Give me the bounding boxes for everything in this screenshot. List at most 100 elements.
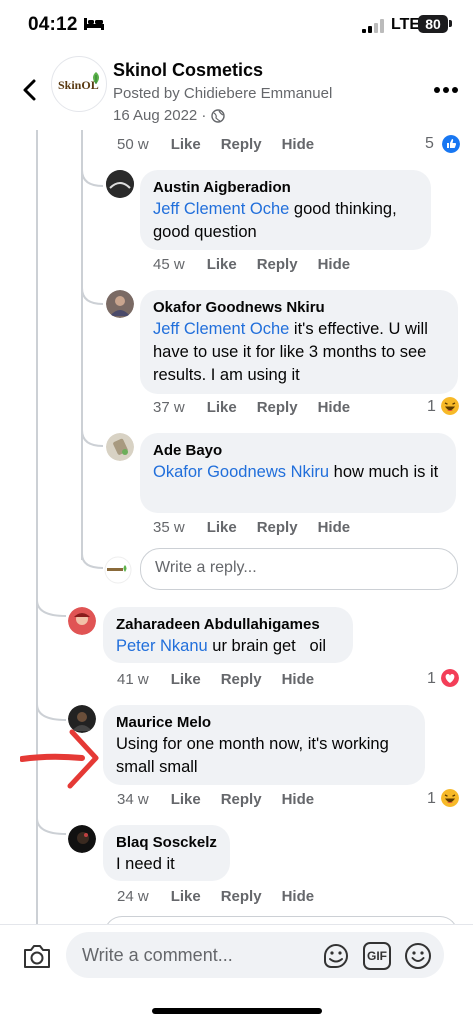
avatar-image <box>106 433 134 461</box>
haha-reaction-icon <box>441 789 459 807</box>
mention-link[interactable]: Jeff Clement Oche <box>153 200 289 218</box>
comment-connectors <box>36 600 67 835</box>
haha-reaction-icon <box>441 397 459 415</box>
bed-icon <box>84 18 104 30</box>
hide-button[interactable]: Hide <box>282 888 315 905</box>
comment-bubble: Ade Bayo Okafor Goodnews Nkiru how much … <box>140 433 456 513</box>
hide-button[interactable]: Hide <box>282 791 315 808</box>
my-avatar <box>104 556 132 584</box>
avatar[interactable] <box>68 825 96 853</box>
comment-time: 45 w <box>153 256 185 273</box>
comment-author[interactable]: Maurice Melo <box>116 713 412 733</box>
comment-bubble: Austin Aigberadion Jeff Clement Oche goo… <box>140 170 431 250</box>
like-button[interactable]: Like <box>207 256 237 273</box>
reply-button[interactable]: Reply <box>257 399 298 416</box>
home-indicator <box>152 1008 322 1014</box>
back-arrow-icon[interactable] <box>18 78 42 102</box>
like-button[interactable]: Like <box>171 791 201 808</box>
hide-button[interactable]: Hide <box>282 136 315 153</box>
comment-actions: 50 w Like Reply Hide <box>117 136 334 153</box>
mention-link[interactable]: Okafor Goodnews Nkiru <box>153 463 329 481</box>
reply-button[interactable]: Reply <box>221 136 262 153</box>
comment-body: how much is it <box>329 463 439 481</box>
like-button[interactable]: Like <box>171 671 201 688</box>
reply-button[interactable]: Reply <box>257 519 298 536</box>
comment-time: 41 w <box>117 671 149 688</box>
comment-author[interactable]: Okafor Goodnews Nkiru <box>153 298 445 318</box>
like-button[interactable]: Like <box>171 888 201 905</box>
comment-author[interactable]: Blaq Sosckelz <box>116 833 217 853</box>
posted-by: Posted by Chidiebere Emmanuel <box>113 85 333 102</box>
comment-actions: 34 w Like Reply Hide <box>117 791 334 808</box>
comment-author[interactable]: Zaharadeen Abdullahigames <box>116 615 340 635</box>
avatar-image <box>68 607 96 635</box>
page-name[interactable]: Skinol Cosmetics <box>113 60 263 81</box>
emoji-icon[interactable] <box>404 942 432 970</box>
reply-input[interactable]: Write a reply... <box>140 548 458 590</box>
reply-button[interactable]: Reply <box>221 888 262 905</box>
hide-button[interactable]: Hide <box>318 256 351 273</box>
comment-actions: 35 w Like Reply Hide <box>153 519 370 536</box>
comment-actions: 37 w Like Reply Hide <box>153 399 370 416</box>
comment-author[interactable]: Austin Aigberadion <box>153 178 418 198</box>
avatar[interactable] <box>106 433 134 461</box>
reply-button[interactable]: Reply <box>221 791 262 808</box>
reaction-count[interactable]: 1 <box>427 670 436 688</box>
comment-bubble: Blaq Sosckelz I need it <box>103 825 230 881</box>
like-reaction-icon <box>442 135 460 153</box>
comment-bubble: Maurice Melo Using for one month now, it… <box>103 705 425 785</box>
hide-button[interactable]: Hide <box>318 399 351 416</box>
reaction-count[interactable]: 1 <box>427 398 436 416</box>
signal-icon <box>362 19 384 33</box>
sticker-icon[interactable] <box>321 941 351 971</box>
like-button[interactable]: Like <box>171 136 201 153</box>
comment-text: Okafor Goodnews Nkiru how much is it <box>153 461 443 484</box>
comment-text: Jeff Clement Oche good thinking, good qu… <box>153 198 418 244</box>
comment-time: 37 w <box>153 399 185 416</box>
comment-time: 34 w <box>117 791 149 808</box>
comment-author[interactable]: Ade Bayo <box>153 441 443 461</box>
comment-actions: 41 w Like Reply Hide <box>117 671 334 688</box>
comment-body: Using for one month now, it's working sm… <box>116 735 389 776</box>
hide-button[interactable]: Hide <box>318 519 351 536</box>
reply-button[interactable]: Reply <box>221 671 262 688</box>
avatar[interactable] <box>106 170 134 198</box>
reaction-count[interactable]: 1 <box>427 790 436 808</box>
mention-link[interactable]: Jeff Clement Oche <box>153 320 289 338</box>
battery-level: 80 <box>418 15 448 33</box>
avatar-image <box>68 825 96 853</box>
comment-bubble: Zaharadeen Abdullahigames Peter Nkanu ur… <box>103 607 353 663</box>
reaction-count[interactable]: 5 <box>425 135 434 153</box>
comment-actions: 24 w Like Reply Hide <box>117 888 334 905</box>
like-button[interactable]: Like <box>207 399 237 416</box>
mention-link[interactable]: Peter Nkanu <box>116 637 208 655</box>
comment-text: Jeff Clement Oche it's effective. U will… <box>153 318 445 387</box>
avatar-image <box>106 290 134 318</box>
comment-time: 50 w <box>117 136 149 153</box>
comment-text: Peter Nkanu ur brain get oil <box>116 635 340 658</box>
status-time: 04:12 <box>28 14 78 35</box>
comment-placeholder: Write a comment... <box>82 945 233 965</box>
leaf-icon <box>93 72 99 84</box>
avatar-image <box>106 170 134 198</box>
comment-time: 35 w <box>153 519 185 536</box>
more-options-icon[interactable] <box>433 86 459 94</box>
comment-bubble: Okafor Goodnews Nkiru Jeff Clement Oche … <box>140 290 458 394</box>
comment-text: I need it <box>116 853 217 876</box>
avatar[interactable] <box>68 607 96 635</box>
love-reaction-icon <box>441 669 459 687</box>
comment-actions: 45 w Like Reply Hide <box>153 256 370 273</box>
comment-body: I need it <box>116 855 175 873</box>
like-button[interactable]: Like <box>207 519 237 536</box>
page-avatar[interactable]: SkinOL <box>51 56 107 112</box>
camera-icon[interactable] <box>22 942 52 970</box>
reply-button[interactable]: Reply <box>257 256 298 273</box>
gif-button[interactable]: GIF <box>363 942 391 970</box>
battery-tip <box>449 20 452 27</box>
avatar[interactable] <box>106 290 134 318</box>
comment-text: Using for one month now, it's working sm… <box>116 733 412 779</box>
reply-connectors <box>81 170 104 569</box>
hide-button[interactable]: Hide <box>282 671 315 688</box>
post-date: 16 Aug 2022 · <box>113 107 207 124</box>
comment-time: 24 w <box>117 888 149 905</box>
